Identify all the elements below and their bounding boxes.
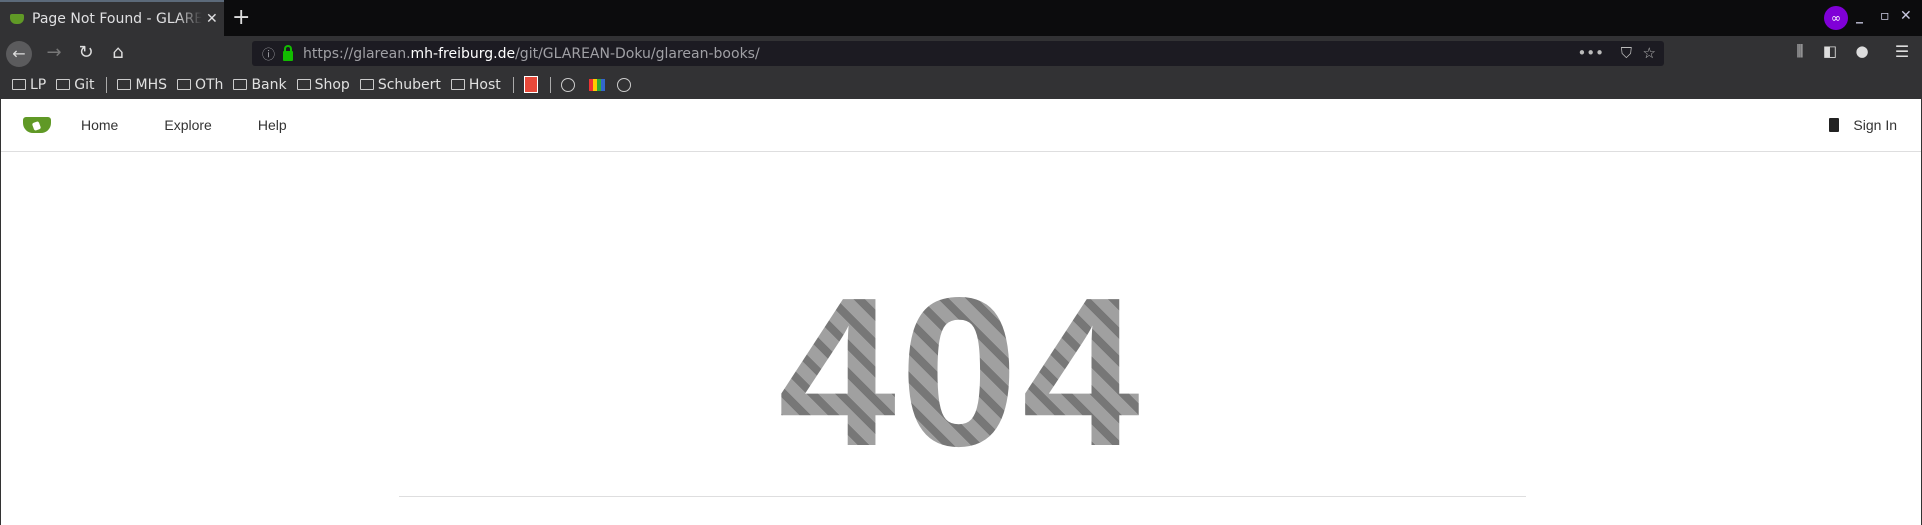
bookmark-label: Shop [314, 76, 350, 93]
sign-in-label: Sign In [1853, 117, 1897, 133]
bookmark-folder[interactable]: Bank [233, 76, 287, 93]
tab-title: Page Not Found - GLAREAN [32, 11, 202, 27]
folder-icon [12, 79, 26, 90]
forward-button[interactable]: → [42, 42, 66, 63]
bookmark-folder[interactable]: OTh [176, 76, 224, 93]
gitea-favicon-icon [10, 14, 24, 24]
bookmark-folder[interactable]: LP [12, 77, 46, 93]
folder-icon [450, 79, 465, 90]
home-button[interactable]: ⌂ [106, 42, 130, 63]
sign-in-icon [1829, 118, 1840, 132]
globe-icon[interactable] [560, 77, 575, 92]
bookmark-folder[interactable]: Host [450, 76, 501, 93]
bookmark-label: OTh [194, 76, 224, 93]
navigation-toolbar: ← → ↻ ⌂ ⓘ https://glarean. mh-freiburg.de… [0, 36, 1922, 70]
url-prefix: https://glarean. [303, 45, 411, 62]
url-bar[interactable]: ⓘ https://glarean. mh-freiburg.de/git/GLA… [252, 41, 1664, 66]
separator [106, 76, 108, 93]
bookmark-label: LP [30, 76, 47, 93]
bookmark-label: Host [468, 76, 501, 93]
account-icon[interactable]: ● [1850, 42, 1874, 60]
separator [549, 76, 551, 93]
folder-icon [296, 79, 311, 90]
pocket-icon[interactable]: ⛉ [1621, 44, 1632, 62]
page-actions-icon[interactable]: ••• [1577, 44, 1604, 62]
url-path: /git/GLAREAN-Doku/glarean-books/ [515, 45, 760, 62]
nav-help[interactable]: Help [258, 117, 287, 133]
divider [399, 496, 1526, 497]
sign-in-link[interactable]: Sign In [1829, 117, 1897, 133]
minimize-button[interactable]: _ [1856, 8, 1863, 24]
folder-icon [117, 79, 132, 90]
folder-icon [56, 79, 71, 90]
folder-icon [359, 79, 374, 90]
bookmark-folder[interactable]: Shop [296, 76, 350, 93]
tab-bar: Page Not Found - GLAREAN ✕ + ∞ _ ▫ ✕ [0, 0, 1922, 36]
error-code: 404 [1, 262, 1921, 482]
nav-home[interactable]: Home [81, 117, 118, 133]
library-icon[interactable]: ⫼ [1788, 42, 1812, 60]
bookmark-red-icon[interactable] [523, 76, 538, 93]
site-navbar: Home Explore Help Sign In [1, 99, 1921, 152]
bookmark-label: MHS [135, 76, 167, 93]
bookmark-folder[interactable]: MHS [117, 77, 167, 93]
bookmark-folder[interactable]: Schubert [359, 76, 441, 93]
page-content: Home Explore Help Sign In 404 [0, 99, 1922, 525]
gitea-logo-icon[interactable] [23, 117, 51, 133]
maximize-button[interactable]: ▫ [1880, 8, 1890, 24]
sidebar-icon[interactable]: ◧ [1818, 42, 1842, 60]
globe-icon[interactable] [616, 77, 631, 92]
new-tab-button[interactable]: + [232, 5, 250, 30]
back-button[interactable]: ← [6, 41, 32, 67]
separator [512, 76, 514, 93]
bookmark-label: Bank [251, 76, 287, 93]
shop-bag-icon[interactable] [588, 78, 605, 91]
close-window-button[interactable]: ✕ [1900, 8, 1912, 24]
bookmarks-toolbar: LP Git MHS OTh Bank Shop Schubert Host [0, 70, 1922, 99]
folder-icon [176, 79, 191, 90]
bookmark-label: Git [74, 76, 95, 93]
bookmark-star-icon[interactable]: ☆ [1643, 44, 1656, 62]
private-browsing-icon: ∞ [1824, 6, 1848, 30]
close-tab-icon[interactable]: ✕ [206, 11, 218, 27]
bookmark-label: Schubert [377, 76, 441, 93]
tab-active[interactable]: Page Not Found - GLAREAN ✕ [0, 0, 224, 36]
url-host: mh-freiburg.de [410, 45, 516, 62]
bookmark-folder[interactable]: Git [56, 77, 94, 93]
reload-button[interactable]: ↻ [74, 42, 98, 63]
info-icon[interactable]: ⓘ [262, 44, 275, 63]
menu-icon[interactable]: ☰ [1890, 42, 1914, 61]
nav-explore[interactable]: Explore [164, 117, 211, 133]
lock-icon [283, 44, 294, 61]
folder-icon [233, 79, 248, 90]
